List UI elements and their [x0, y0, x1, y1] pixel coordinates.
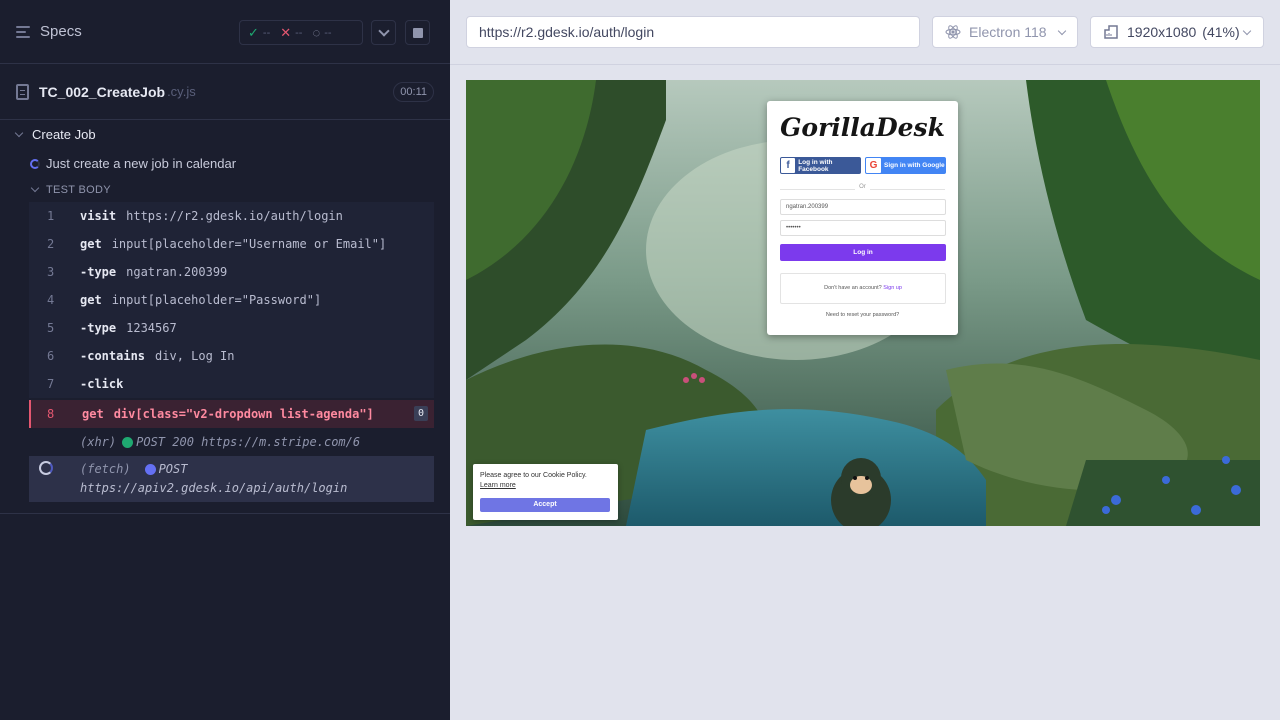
x-icon: ✕ [280, 24, 292, 40]
command-row[interactable]: 5 -type 1234567 [29, 314, 434, 342]
xhr-row[interactable]: (xhr) POST 200 https://m.stripe.com/6 [29, 428, 434, 456]
reporter-header: Specs ✓ -- ✕ -- ◌ -- [0, 0, 450, 64]
signup-box: Don't have an account? Sign up [780, 273, 946, 304]
command-row-failed[interactable]: 8 get div[class="v2-dropdown list-agenda… [29, 400, 434, 428]
divider [0, 513, 450, 514]
viewport-selector[interactable]: 1920x1080 (41%) [1090, 16, 1264, 48]
ruler-icon [1104, 25, 1118, 39]
facebook-icon: f [781, 158, 796, 173]
running-spinner-icon [30, 158, 40, 169]
stop-button[interactable] [405, 20, 430, 45]
learn-more-link[interactable]: Learn more [480, 482, 516, 489]
password-field[interactable]: ••••••• [780, 220, 946, 236]
google-login-button[interactable]: G Sign in with Google [865, 157, 946, 174]
cookie-banner: Please agree to our Cookie Policy. Learn… [473, 464, 618, 520]
test-body-label[interactable]: TEST BODY [30, 183, 111, 196]
pending-icon: ◌ [312, 25, 321, 40]
document-icon [16, 83, 29, 100]
command-row[interactable]: 2 get input[placeholder="Username or Ema… [29, 230, 434, 258]
chevron-down-icon [1242, 26, 1251, 35]
status-dot-icon [122, 436, 134, 448]
element-count-badge: 0 [414, 406, 428, 421]
or-divider: Or [780, 184, 945, 194]
test-title[interactable]: Just create a new job in calendar [30, 156, 236, 171]
aut-iframe[interactable]: GorillaDesk f Log in with Facebook G Sig… [466, 80, 1260, 526]
check-icon: ✓ [248, 24, 259, 40]
signup-link[interactable]: Sign up [883, 285, 902, 291]
loading-spinner-icon [39, 461, 53, 475]
spec-file-header: TC_002_CreateJob .cy.js 00:11 [0, 64, 450, 120]
fetch-row[interactable]: (fetch) POST https://apiv2.gdesk.io/api/… [29, 456, 434, 502]
command-row[interactable]: 3 -type ngatran.200399 [29, 258, 434, 286]
command-row[interactable]: 4 get input[placeholder="Password"] [29, 286, 434, 314]
reset-password-link[interactable]: Need to reset your password? [767, 312, 958, 318]
failed-stat: ✕ -- [280, 24, 303, 40]
reporter-panel: Specs ✓ -- ✕ -- ◌ -- TC_002_CreateJob .cy.j… [0, 0, 450, 720]
divider [450, 64, 1280, 65]
login-button[interactable]: Log in [780, 244, 946, 261]
caret-down-icon [14, 128, 24, 137]
pending-stat: ◌ -- [312, 25, 332, 40]
caret-down-icon [30, 183, 40, 193]
command-row[interactable]: 6 -contains div, Log In [29, 342, 434, 370]
google-icon: G [866, 158, 881, 173]
command-row[interactable]: 7 -click [29, 370, 434, 398]
stats-summary: ✓ -- ✕ -- ◌ -- [239, 20, 363, 45]
spec-duration: 00:11 [393, 82, 434, 102]
browser-selector[interactable]: Electron 118 [932, 16, 1078, 48]
accept-cookies-button[interactable]: Accept [480, 498, 610, 512]
spec-file-name[interactable]: TC_002_CreateJob [39, 84, 165, 100]
spec-file-ext: .cy.js [167, 84, 196, 99]
command-row[interactable]: 1 visit https://r2.gdesk.io/auth/login [29, 202, 434, 230]
chevron-down-icon [377, 24, 390, 37]
suite-title[interactable]: Create Job [14, 127, 96, 142]
collapse-button[interactable] [371, 20, 396, 45]
username-field[interactable]: ngatran.200399 [780, 199, 946, 215]
command-log: 1 visit https://r2.gdesk.io/auth/login 2… [29, 202, 434, 502]
status-dot-icon [144, 463, 156, 475]
gorilladesk-logo: GorillaDesk [780, 113, 945, 142]
aut-url-bar[interactable]: https://r2.gdesk.io/auth/login [466, 16, 920, 48]
specs-button[interactable]: Specs [40, 23, 82, 40]
passed-stat: ✓ -- [248, 24, 271, 40]
chevron-down-icon [1057, 26, 1067, 35]
specs-list-icon[interactable] [16, 25, 32, 39]
electron-icon [945, 25, 961, 39]
facebook-login-button[interactable]: f Log in with Facebook [780, 157, 861, 174]
login-card: GorillaDesk f Log in with Facebook G Sig… [767, 101, 958, 335]
stop-icon [412, 27, 423, 38]
